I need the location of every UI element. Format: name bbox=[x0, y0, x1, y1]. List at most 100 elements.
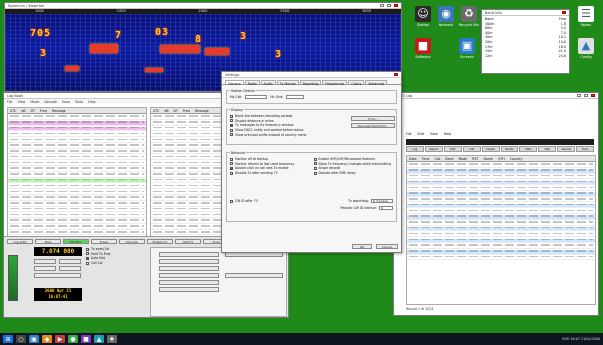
table-row[interactable] bbox=[407, 192, 595, 197]
qso-tab[interactable]: Add bbox=[462, 146, 481, 152]
table-row[interactable] bbox=[8, 126, 146, 132]
tx-watchdog-select[interactable]: 6 minutes bbox=[371, 199, 393, 203]
mode-select[interactable] bbox=[59, 259, 81, 264]
column-header[interactable]: DT bbox=[31, 109, 35, 113]
menu-item[interactable]: View bbox=[430, 132, 438, 136]
taskbar-app-icon[interactable]: ◆ bbox=[42, 335, 52, 343]
table-row[interactable] bbox=[8, 196, 146, 201]
column-header[interactable]: RST bbox=[472, 157, 478, 161]
table-row[interactable] bbox=[8, 178, 146, 184]
lookup-button[interactable] bbox=[34, 273, 81, 278]
table-row[interactable] bbox=[407, 221, 595, 226]
table-row[interactable] bbox=[407, 250, 595, 255]
table-row[interactable] bbox=[407, 244, 595, 249]
taskbar-app-icon[interactable]: ▲ bbox=[94, 335, 104, 343]
my-grid-input[interactable] bbox=[286, 95, 305, 99]
menu-item[interactable]: Tools bbox=[75, 100, 83, 104]
column-header[interactable]: dB bbox=[21, 109, 25, 113]
column-header[interactable]: Call bbox=[434, 157, 440, 161]
desktop-shortcut[interactable]: ◉ Network bbox=[435, 6, 457, 27]
checkbox[interactable] bbox=[230, 114, 233, 118]
enable-tx-button[interactable]: Enable Tx bbox=[147, 239, 173, 244]
settings-tab[interactable]: General bbox=[225, 80, 244, 86]
table-row[interactable] bbox=[8, 144, 146, 149]
taskbar-app-icon[interactable]: ▶ bbox=[55, 335, 65, 343]
free-msg-input[interactable] bbox=[225, 273, 283, 278]
taskbar-app-icon[interactable]: ■ bbox=[81, 335, 91, 343]
column-header[interactable]: Freq bbox=[183, 109, 190, 113]
desktop-shortcut[interactable]: ☺ Station bbox=[412, 6, 434, 27]
band-activity-list[interactable]: UTC dB DT Freq Message bbox=[7, 107, 147, 294]
checkbox[interactable] bbox=[230, 162, 233, 166]
table-row[interactable] bbox=[8, 167, 146, 172]
table-row[interactable] bbox=[8, 231, 146, 236]
table-row[interactable] bbox=[407, 232, 595, 238]
periodic-cw-input[interactable]: 0 bbox=[379, 206, 393, 210]
qso-tab[interactable]: Search bbox=[424, 146, 443, 152]
column-header[interactable]: UTC bbox=[10, 109, 16, 113]
checkbox[interactable] bbox=[313, 166, 317, 170]
taskbar-app-icon[interactable]: ⊞ bbox=[3, 335, 13, 343]
checkbox[interactable] bbox=[230, 171, 233, 175]
menu-item[interactable]: View bbox=[18, 100, 26, 104]
band-select[interactable] bbox=[34, 259, 56, 264]
checkbox[interactable] bbox=[230, 199, 233, 203]
qso-tab[interactable]: Tools bbox=[576, 146, 595, 152]
tx1-button[interactable] bbox=[159, 252, 219, 257]
decode-button[interactable]: Decode bbox=[119, 239, 145, 244]
qso-tab[interactable]: Stats bbox=[519, 146, 538, 152]
checkbox[interactable] bbox=[86, 252, 89, 256]
taskbar-app-icon[interactable]: ● bbox=[68, 335, 78, 343]
desktop-shortcut[interactable]: ▲ Config bbox=[575, 38, 597, 59]
menu-item[interactable]: Mode bbox=[30, 100, 39, 104]
table-row[interactable] bbox=[407, 215, 595, 220]
log-qso-button[interactable]: Log QSO bbox=[7, 239, 33, 244]
table-row[interactable] bbox=[8, 202, 146, 207]
column-header[interactable]: Freq bbox=[40, 109, 47, 113]
menu-item[interactable]: Decode bbox=[44, 100, 57, 104]
option-checkbox[interactable]: Disable Tx after sending 73 bbox=[230, 171, 310, 176]
monitor-button[interactable]: Monitor bbox=[63, 239, 89, 244]
column-header[interactable]: Mode bbox=[459, 157, 468, 161]
checkbox[interactable] bbox=[313, 162, 317, 166]
table-row[interactable] bbox=[8, 138, 146, 143]
table-row[interactable] bbox=[8, 121, 146, 126]
column-header[interactable]: Message bbox=[195, 109, 209, 113]
tx3-button[interactable] bbox=[159, 266, 219, 271]
option-checkbox[interactable]: Show principal prefix instead of country… bbox=[230, 132, 393, 137]
settings-tab[interactable]: Tx Macros bbox=[276, 80, 299, 86]
checkbox[interactable] bbox=[86, 247, 89, 251]
dx-call-input[interactable] bbox=[59, 266, 81, 271]
column-header[interactable]: Name bbox=[483, 157, 492, 161]
checkbox[interactable] bbox=[230, 133, 233, 137]
maximize-icon[interactable] bbox=[387, 4, 391, 7]
desktop-shortcut[interactable]: ■ Software bbox=[412, 38, 434, 59]
checkbox[interactable] bbox=[230, 166, 233, 170]
maximize-icon[interactable] bbox=[584, 94, 588, 97]
cancel-button[interactable]: Cancel bbox=[376, 244, 398, 249]
table-row[interactable] bbox=[407, 238, 595, 243]
menu-item[interactable]: Help bbox=[88, 100, 96, 104]
menu-item[interactable]: Help bbox=[444, 132, 452, 136]
table-row[interactable] bbox=[407, 180, 595, 186]
close-icon[interactable] bbox=[394, 73, 398, 76]
qso-tab[interactable]: Bands bbox=[500, 146, 519, 152]
settings-tab[interactable]: Advanced bbox=[365, 80, 388, 86]
column-header[interactable]: Time bbox=[422, 157, 430, 161]
dial-frequency[interactable]: 7.074 000 bbox=[34, 247, 82, 256]
callsign-entry-bar[interactable] bbox=[406, 139, 594, 145]
table-row[interactable] bbox=[407, 226, 595, 232]
table-row[interactable] bbox=[8, 207, 146, 213]
menu-item[interactable]: Save bbox=[62, 100, 70, 104]
qso-titlebar[interactable]: QSO Log bbox=[394, 93, 598, 99]
checkbox[interactable] bbox=[313, 157, 317, 161]
table-row[interactable] bbox=[8, 173, 146, 178]
my-call-input[interactable] bbox=[245, 95, 268, 99]
qso-table[interactable]: Date Time Call Band Mode RST Name QTH Country bbox=[406, 155, 596, 305]
ok-button[interactable]: OK bbox=[352, 244, 372, 249]
menu-item[interactable]: Edit bbox=[418, 132, 424, 136]
tx5-button[interactable] bbox=[159, 280, 219, 285]
decoded-font-button[interactable]: Decoded Text Font... bbox=[351, 123, 395, 128]
column-header[interactable]: QTH bbox=[498, 157, 505, 161]
table-row[interactable] bbox=[8, 115, 146, 120]
